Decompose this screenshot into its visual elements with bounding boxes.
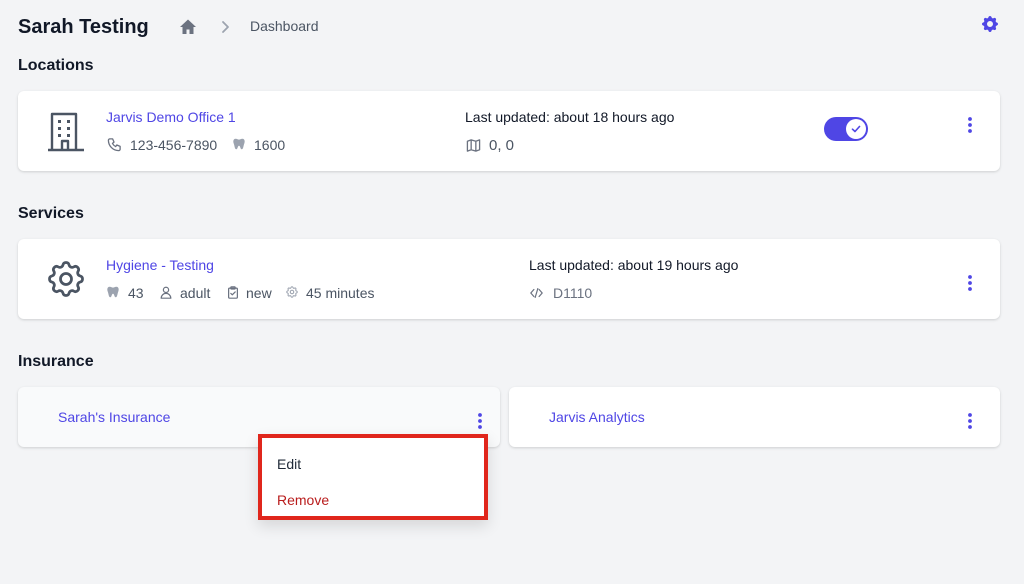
insurance-heading: Insurance — [18, 353, 94, 370]
service-status: new — [246, 285, 272, 301]
menu-item-remove[interactable]: Remove — [277, 492, 329, 508]
building-icon — [48, 112, 84, 152]
service-name-link[interactable]: Hygiene - Testing — [106, 257, 214, 273]
location-name-link[interactable]: Jarvis Demo Office 1 — [106, 109, 236, 125]
service-last-updated: Last updated: about 19 hours ago — [529, 257, 739, 273]
location-card: Jarvis Demo Office 1 123-456-7890 1600 L… — [18, 91, 1000, 171]
chevron-right-icon — [222, 21, 229, 33]
location-tooth-count: 1600 — [254, 137, 286, 153]
code-icon — [530, 288, 543, 298]
page-header: Sarah Testing Dashboard — [18, 14, 1000, 42]
clipboard-check-icon — [228, 286, 238, 299]
service-menu-icon[interactable] — [960, 273, 980, 293]
location-active-toggle[interactable] — [824, 117, 868, 141]
service-tooth-count: 43 — [128, 285, 144, 301]
insurance-context-menu: Edit Remove — [258, 434, 488, 520]
menu-item-edit[interactable]: Edit — [277, 456, 301, 472]
services-heading: Services — [18, 205, 84, 222]
service-card: Hygiene - Testing 43 adult new 45 minute… — [18, 239, 1000, 319]
tooth-icon — [107, 286, 119, 298]
page-title: Sarah Testing — [18, 16, 149, 38]
cog-small-icon — [286, 286, 298, 298]
location-last-updated: Last updated: about 18 hours ago — [465, 109, 675, 125]
service-duration: 45 minutes — [306, 285, 375, 301]
tooth-icon — [233, 138, 245, 150]
map-icon — [466, 139, 481, 152]
service-code: D1110 — [553, 285, 593, 301]
check-icon — [851, 125, 861, 133]
insurance-name-link[interactable]: Jarvis Analytics — [549, 409, 645, 425]
toggle-knob — [846, 119, 866, 139]
home-icon[interactable] — [178, 17, 198, 37]
locations-heading: Locations — [18, 57, 94, 74]
location-menu-icon[interactable] — [960, 115, 980, 135]
service-patient-type: adult — [180, 285, 211, 301]
insurance-name-link[interactable]: Sarah's Insurance — [58, 409, 170, 425]
breadcrumb-dashboard[interactable]: Dashboard — [250, 18, 319, 34]
location-phone: 123-456-7890 — [130, 137, 218, 153]
cog-icon — [48, 261, 84, 297]
insurance-card-jarvis: Jarvis Analytics — [509, 387, 1000, 447]
gear-icon[interactable] — [980, 14, 1000, 34]
location-coordinates: 0, 0 — [489, 137, 515, 154]
insurance-menu-icon[interactable] — [960, 411, 980, 431]
user-icon — [160, 286, 172, 299]
phone-icon — [107, 138, 121, 152]
insurance-menu-icon[interactable] — [470, 411, 490, 431]
